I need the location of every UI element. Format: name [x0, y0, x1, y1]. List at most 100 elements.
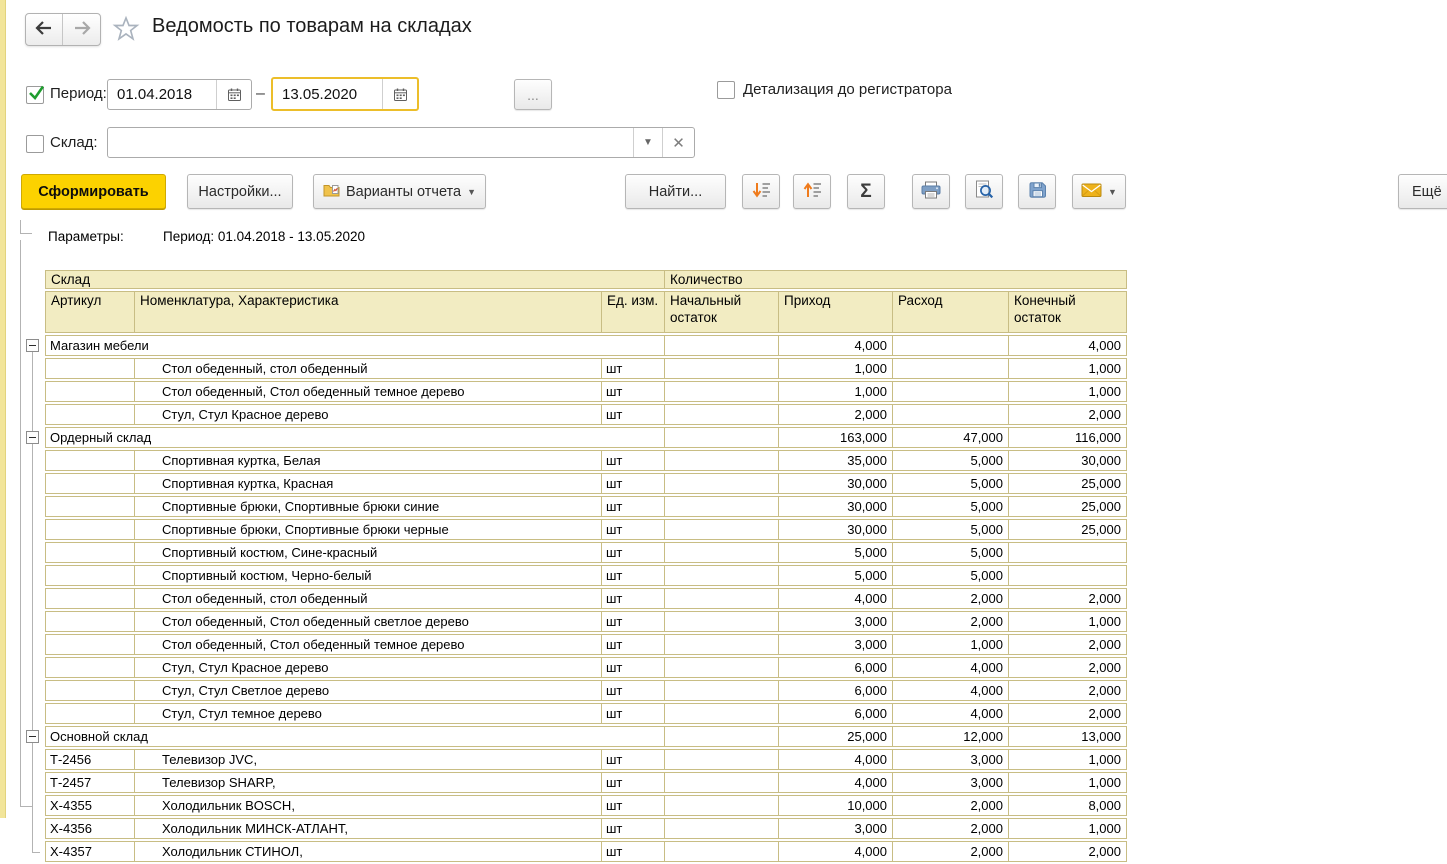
cell-articul	[45, 450, 135, 471]
cell-opening-balance	[665, 818, 779, 839]
cell-articul: Х-4356	[45, 818, 135, 839]
cell-income: 2,000	[779, 404, 893, 425]
cell-unit: шт	[602, 496, 665, 517]
favorite-star-icon[interactable]	[112, 15, 140, 43]
table-row: Стол обеденный, Стол обеденный светлое д…	[45, 611, 1127, 632]
period-label: Период:	[50, 85, 107, 102]
chevron-down-icon[interactable]: ▼	[633, 128, 662, 157]
floppy-save-icon	[1028, 181, 1047, 203]
report-variants-button[interactable]: Варианты отчета ▼	[313, 174, 486, 209]
clear-icon[interactable]: ✕	[662, 128, 694, 157]
cell-unit: шт	[602, 703, 665, 724]
cell-articul	[45, 542, 135, 563]
cell-income: 4,000	[779, 588, 893, 609]
cell-nomenclature: Телевизор SHARP,	[135, 772, 602, 793]
table-row: Спортивная куртка, Белаяшт35,0005,00030,…	[45, 450, 1127, 471]
cell-expense: 5,000	[893, 542, 1009, 563]
group-total-income: 4,000	[779, 335, 893, 356]
settings-button[interactable]: Настройки...	[187, 174, 293, 209]
forward-button[interactable]	[63, 14, 100, 45]
calendar-icon[interactable]	[216, 80, 251, 109]
cell-closing-balance: 1,000	[1009, 358, 1127, 379]
cell-opening-balance	[665, 588, 779, 609]
cell-nomenclature: Стул, Стул Светлое дерево	[135, 680, 602, 701]
group-tree-line	[20, 240, 21, 806]
table-row: Стул, Стул темное деревошт6,0004,0002,00…	[45, 703, 1127, 724]
header-quantity-group: Количество	[665, 270, 1127, 289]
detalization-checkbox[interactable]	[717, 81, 735, 99]
sort-ascending-button[interactable]	[793, 174, 831, 209]
cell-expense: 5,000	[893, 450, 1009, 471]
save-button[interactable]	[1018, 174, 1056, 209]
period-checkbox[interactable]	[26, 86, 44, 104]
find-button[interactable]: Найти...	[625, 174, 726, 209]
cell-closing-balance: 25,000	[1009, 473, 1127, 494]
collapse-group-button[interactable]	[26, 339, 39, 352]
back-button[interactable]	[26, 14, 63, 45]
cell-income: 3,000	[779, 634, 893, 655]
parameters-value: Период: 01.04.2018 - 13.05.2020	[163, 229, 365, 244]
cell-expense: 2,000	[893, 795, 1009, 816]
sum-button[interactable]: Σ	[847, 174, 885, 209]
table-row: Стул, Стул Красное деревошт6,0004,0002,0…	[45, 657, 1127, 678]
period-to-value[interactable]: 13.05.2020	[273, 79, 382, 109]
period-from-field[interactable]: 01.04.2018	[107, 79, 252, 110]
cell-articul	[45, 404, 135, 425]
period-more-button[interactable]: ...	[514, 79, 552, 110]
print-preview-button[interactable]	[965, 174, 1003, 209]
group-name: Магазин мебели	[45, 335, 665, 356]
arrow-right-icon	[73, 21, 91, 38]
cell-nomenclature: Стул, Стул Красное дерево	[135, 404, 602, 425]
warehouse-value[interactable]	[108, 128, 633, 157]
more-button[interactable]: Ещё	[1398, 174, 1447, 209]
header-articul: Артикул	[45, 291, 135, 333]
table-row: Стол обеденный, стол обеденныйшт4,0002,0…	[45, 588, 1127, 609]
cell-articul	[45, 519, 135, 540]
collapse-group-button[interactable]	[26, 431, 39, 444]
warehouse-checkbox[interactable]	[26, 135, 44, 153]
table-row: Спортивная куртка, Краснаяшт30,0005,0002…	[45, 473, 1127, 494]
collapse-group-button[interactable]	[26, 730, 39, 743]
table-row: Т-2456Телевизор JVC,шт4,0003,0001,000	[45, 749, 1127, 770]
cell-opening-balance	[665, 749, 779, 770]
table-row: Спортивный костюм, Черно-белыйшт5,0005,0…	[45, 565, 1127, 586]
group-tree-elbow	[32, 852, 40, 853]
cell-opening-balance	[665, 634, 779, 655]
report-toolbar: Сформировать Настройки... Варианты отчет…	[0, 174, 1447, 210]
cell-closing-balance: 2,000	[1009, 404, 1127, 425]
cell-articul	[45, 588, 135, 609]
cell-income: 4,000	[779, 841, 893, 862]
table-row: Стол обеденный, стол обеденныйшт1,0001,0…	[45, 358, 1127, 379]
table-row: Стул, Стул Красное деревошт2,0002,000	[45, 404, 1127, 425]
period-to-field[interactable]: 13.05.2020	[271, 77, 419, 111]
calendar-icon[interactable]	[382, 79, 417, 109]
group-tree-line	[20, 220, 21, 233]
cell-opening-balance	[665, 381, 779, 402]
cell-income: 30,000	[779, 496, 893, 517]
cell-nomenclature: Стол обеденный, стол обеденный	[135, 588, 602, 609]
cell-articul: Х-4357	[45, 841, 135, 862]
cell-unit: шт	[602, 749, 665, 770]
generate-button[interactable]: Сформировать	[21, 174, 166, 209]
warehouse-combobox[interactable]: ▼ ✕	[107, 127, 695, 158]
cell-nomenclature: Спортивная куртка, Белая	[135, 450, 602, 471]
period-from-value[interactable]: 01.04.2018	[108, 80, 216, 109]
cell-expense: 4,000	[893, 703, 1009, 724]
header-unit: Ед. изм.	[602, 291, 665, 333]
cell-expense: 5,000	[893, 519, 1009, 540]
mail-button[interactable]: ▼	[1072, 174, 1126, 209]
header-nomenclature: Номенклатура, Характеристика	[135, 291, 602, 333]
sort-descending-button[interactable]	[742, 174, 780, 209]
table-row: Х-4356Холодильник МИНСК-АТЛАНТ,шт3,0002,…	[45, 818, 1127, 839]
cell-nomenclature: Холодильник BOSCH,	[135, 795, 602, 816]
table-row: Спортивные брюки, Спортивные брюки синие…	[45, 496, 1127, 517]
cell-nomenclature: Стол обеденный, Стол обеденный темное де…	[135, 634, 602, 655]
nav-history-group	[25, 13, 101, 46]
header-opening-balance: Начальный остаток	[665, 291, 779, 333]
print-button[interactable]	[912, 174, 950, 209]
cell-unit: шт	[602, 565, 665, 586]
cell-income: 30,000	[779, 473, 893, 494]
table-header-row-columns: Артикул Номенклатура, Характеристика Ед.…	[45, 291, 1127, 333]
cell-closing-balance: 2,000	[1009, 588, 1127, 609]
cell-articul	[45, 680, 135, 701]
